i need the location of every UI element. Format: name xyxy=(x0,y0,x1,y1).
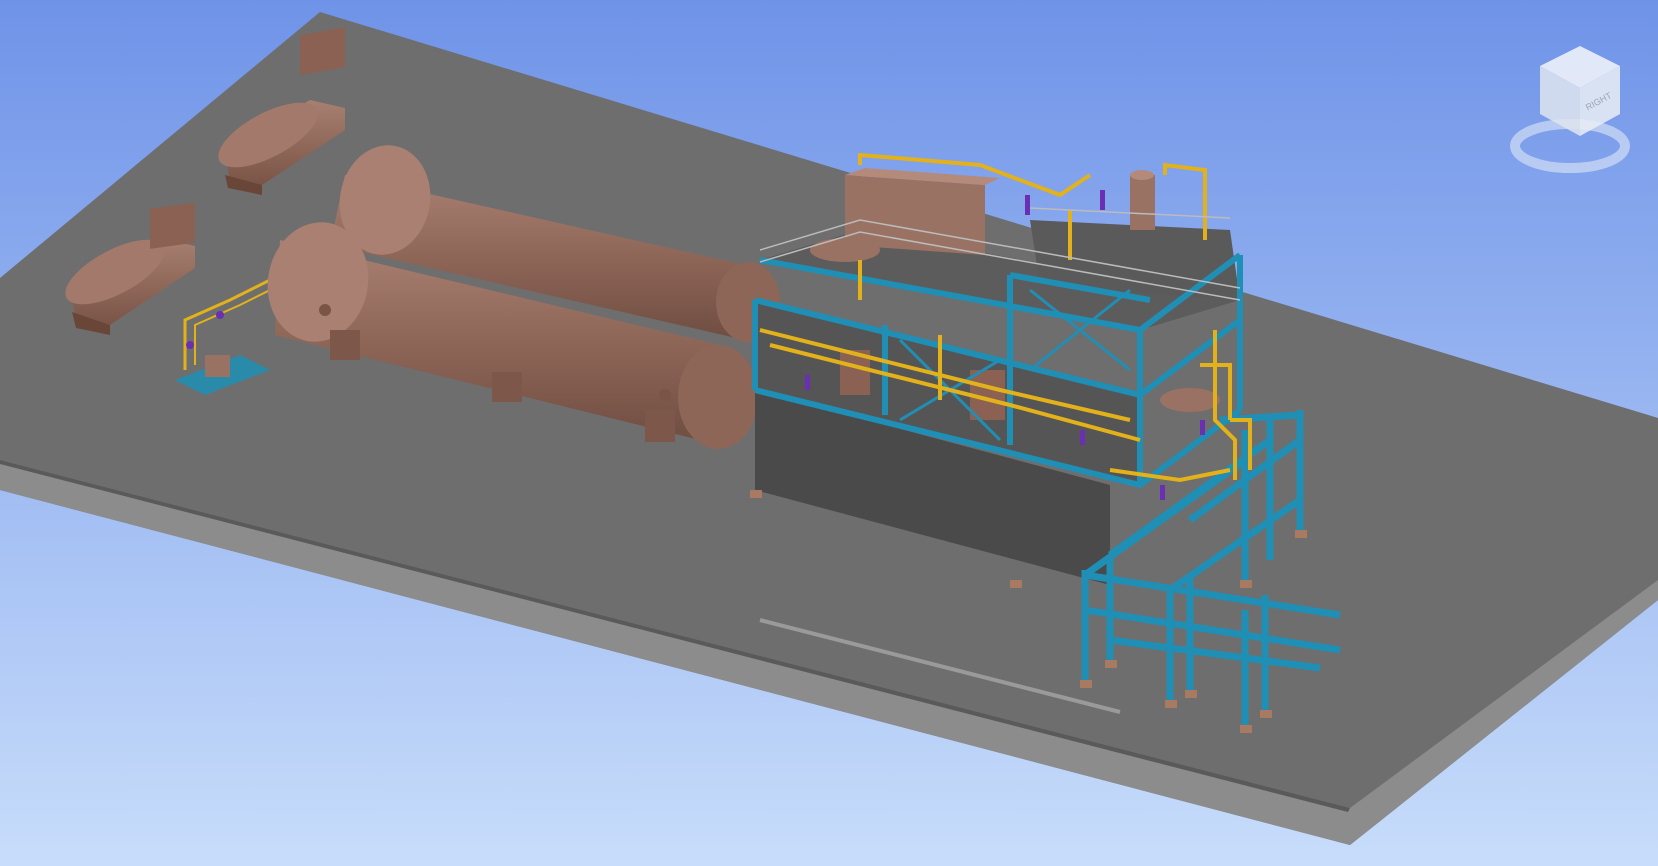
3d-viewport[interactable]: RIGHT xyxy=(0,0,1658,866)
viewcube-icon[interactable]: RIGHT xyxy=(1510,36,1650,186)
compass-ring-icon[interactable] xyxy=(1510,119,1630,173)
plant-model-scene[interactable] xyxy=(0,0,1658,866)
